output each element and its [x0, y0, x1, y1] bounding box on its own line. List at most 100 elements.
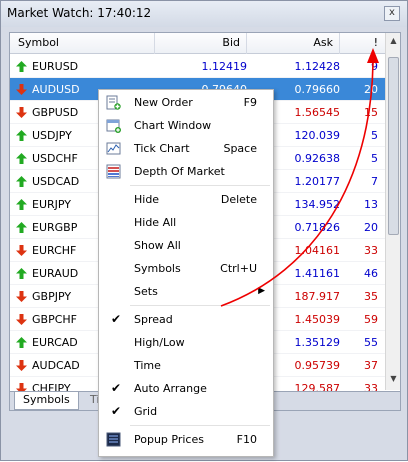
menu-item-label: New Order [134, 96, 193, 109]
menu-item-label: Chart Window [134, 119, 212, 132]
menu-item-shortcut: Delete [220, 193, 257, 206]
symbol-cell: EURJPY [32, 198, 71, 211]
table-header: Symbol Bid Ask ! [10, 33, 386, 54]
menu-item-spread[interactable]: ✔ Spread [99, 308, 273, 331]
spread-cell: 5 [371, 152, 378, 165]
menu-item-sets[interactable]: Sets ▶ [99, 280, 273, 303]
menu-item-label: Tick Chart [134, 142, 190, 155]
symbol-cell: EURUSD [32, 60, 79, 73]
symbol-cell: EURAUD [32, 267, 79, 280]
submenu-arrow-icon: ▶ [258, 286, 265, 296]
symbol-cell: USDCHF [32, 152, 78, 165]
depth-of-market-icon [106, 164, 121, 179]
menu-item-time[interactable]: Time [99, 354, 273, 377]
column-header-spread[interactable]: ! [340, 33, 386, 54]
menu-item-hide[interactable]: Hide Delete [99, 188, 273, 211]
price-down-arrow-icon [16, 84, 27, 95]
symbol-cell: GBPCHF [32, 313, 77, 326]
column-label: Bid [222, 36, 240, 49]
menu-item-label: High/Low [134, 336, 185, 349]
menu-item-depth-of-market[interactable]: Depth Of Market [99, 160, 273, 183]
spread-cell: 13 [364, 198, 378, 211]
symbol-cell: EURCHF [32, 244, 77, 257]
checkmark-icon: ✔ [111, 404, 122, 418]
symbol-cell: USDCAD [32, 175, 80, 188]
price-up-arrow-icon [16, 130, 27, 141]
menu-item-label: Sets [134, 285, 158, 298]
menu-separator [130, 425, 270, 426]
menu-item-show-all[interactable]: Show All [99, 234, 273, 257]
menu-item-auto-arrange[interactable]: ✔ Auto Arrange [99, 377, 273, 400]
spread-cell: 35 [364, 290, 378, 303]
menu-item-chart-window[interactable]: Chart Window [99, 114, 273, 137]
menu-item-label: Spread [134, 313, 173, 326]
chart-window-icon [106, 118, 121, 133]
column-header-bid[interactable]: Bid [155, 33, 247, 54]
price-down-arrow-icon [16, 314, 27, 325]
menu-item-tick-chart[interactable]: Tick Chart Space [99, 137, 273, 160]
menu-item-symbols[interactable]: Symbols Ctrl+U [99, 257, 273, 280]
price-up-arrow-icon [16, 268, 27, 279]
menu-item-shortcut: Space [223, 142, 257, 155]
menu-item-label: Hide All [134, 216, 177, 229]
price-down-arrow-icon [16, 291, 27, 302]
menu-item-new-order[interactable]: New Order F9 [99, 91, 273, 114]
scroll-down-icon[interactable]: ▼ [387, 374, 400, 387]
menu-item-label: Popup Prices [134, 433, 204, 446]
column-header-ask[interactable]: Ask [247, 33, 340, 54]
checkmark-icon: ✔ [111, 312, 122, 326]
menu-item-shortcut: F9 [243, 96, 257, 109]
menu-item-grid[interactable]: ✔ Grid [99, 400, 273, 423]
price-up-arrow-icon [16, 153, 27, 164]
price-down-arrow-icon [16, 107, 27, 118]
spread-cell: 5 [371, 129, 378, 142]
symbol-cell: EURGBP [32, 221, 78, 234]
menu-item-label: Symbols [134, 262, 181, 275]
menu-separator [130, 185, 270, 186]
title-bar[interactable]: Market Watch: 17:40:12 x [1, 1, 407, 27]
menu-item-label: Depth Of Market [134, 165, 225, 178]
column-label: Ask [313, 36, 333, 49]
menu-item-shortcut: Ctrl+U [220, 262, 257, 275]
window-title: Market Watch: 17:40:12 [7, 6, 152, 20]
column-label: ! [373, 36, 378, 49]
tab-symbols[interactable]: Symbols [14, 392, 79, 410]
spread-cell: 59 [364, 313, 378, 326]
close-button[interactable]: x [384, 6, 400, 21]
table-row[interactable]: EURUSD 1.12419 1.12428 9 [10, 55, 386, 78]
spread-cell: 20 [364, 83, 378, 96]
price-up-arrow-icon [16, 222, 27, 233]
price-up-arrow-icon [16, 337, 27, 348]
menu-item-shortcut: F10 [236, 433, 257, 446]
menu-item-popup-prices[interactable]: Popup Prices F10 [99, 428, 273, 451]
column-label: Symbol [18, 36, 59, 49]
scroll-thumb[interactable] [388, 57, 399, 235]
market-watch-window: Market Watch: 17:40:12 x Symbol Bid Ask … [0, 0, 408, 461]
symbol-cell: USDJPY [32, 129, 72, 142]
scroll-up-icon[interactable]: ▲ [387, 36, 400, 49]
spread-cell: 7 [371, 175, 378, 188]
context-menu: New Order F9 Chart Window Tick Chart Space De… [98, 89, 274, 457]
symbol-cell: EURCAD [32, 336, 78, 349]
symbol-cell: GBPJPY [32, 290, 72, 303]
vertical-scrollbar[interactable]: ▲ ▼ [385, 33, 400, 390]
spread-cell: 15 [364, 106, 378, 119]
menu-item-hide-all[interactable]: Hide All [99, 211, 273, 234]
price-down-arrow-icon [16, 245, 27, 256]
menu-item-label: Auto Arrange [134, 382, 207, 395]
spread-cell: 9 [371, 60, 378, 73]
menu-item-label: Grid [134, 405, 158, 418]
spread-cell: 55 [364, 336, 378, 349]
spread-cell: 20 [364, 221, 378, 234]
price-up-arrow-icon [16, 61, 27, 72]
symbol-cell: GBPUSD [32, 106, 79, 119]
symbol-cell: AUDUSD [32, 83, 80, 96]
popup-prices-icon [106, 432, 121, 447]
column-header-symbol[interactable]: Symbol [10, 33, 155, 54]
new-order-icon [106, 95, 121, 110]
spread-cell: 46 [364, 267, 378, 280]
menu-item-high-low[interactable]: High/Low [99, 331, 273, 354]
tick-chart-icon [106, 141, 121, 156]
price-up-arrow-icon [16, 199, 27, 210]
menu-separator [130, 305, 270, 306]
